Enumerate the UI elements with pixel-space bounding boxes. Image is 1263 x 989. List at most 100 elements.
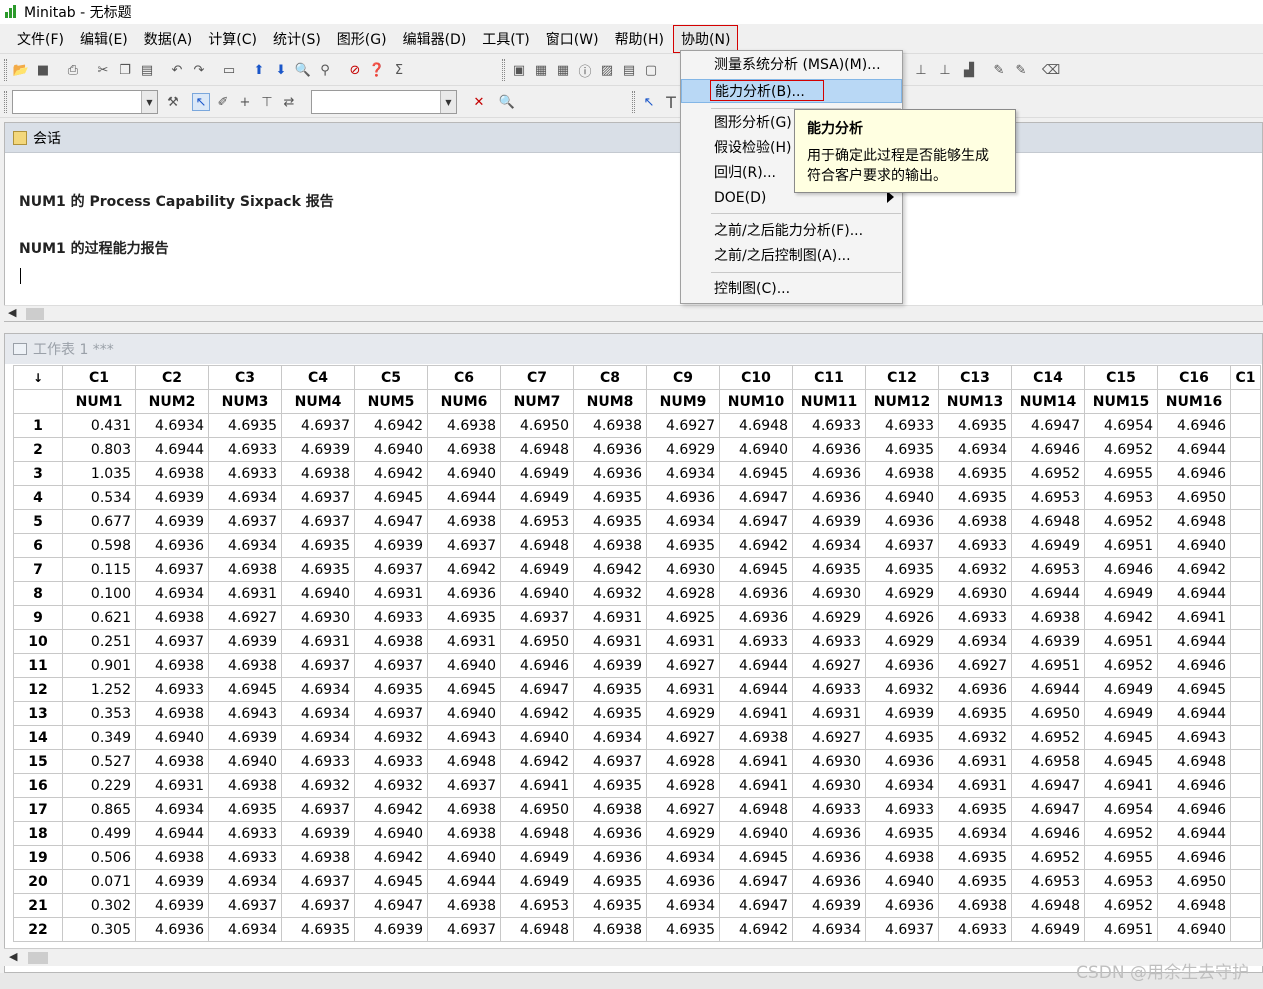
data-cell[interactable]: 0.071 [62,869,136,894]
help-icon[interactable]: ❓ [368,61,386,79]
data-cell[interactable]: 4.6940 [427,845,501,870]
data-cell[interactable]: 4.6936 [938,677,1012,702]
data-cell[interactable]: 4.6929 [646,701,720,726]
data-cell[interactable]: 4.6937 [208,509,282,534]
crosshair-icon[interactable]: + [236,93,254,111]
data-cell[interactable]: 4.6935 [938,869,1012,894]
data-cell[interactable]: 4.6946 [1157,773,1231,798]
data-cell[interactable]: 4.6931 [427,629,501,654]
pen-icon[interactable]: ✐ [214,93,232,111]
data-cell[interactable]: 4.6934 [792,533,866,558]
data-cell[interactable]: 4.6940 [427,653,501,678]
data-cell[interactable]: 4.6940 [500,581,574,606]
data-cell[interactable]: 4.6947 [1011,797,1085,822]
column-name-header[interactable]: NUM11 [792,389,866,414]
data-cell[interactable]: 4.6945 [1084,749,1158,774]
data-cell[interactable]: 4.6936 [792,869,866,894]
new-icon[interactable]: ▢ [642,61,660,79]
data-cell[interactable] [1230,605,1261,630]
data-cell[interactable]: 4.6949 [1084,581,1158,606]
data-cell[interactable]: 4.6936 [573,821,647,846]
data-cell[interactable]: 4.6937 [281,485,355,510]
data-cell[interactable]: 4.6928 [646,581,720,606]
data-cell[interactable]: 4.6938 [135,701,209,726]
data-cell[interactable]: 4.6932 [938,725,1012,750]
scroll-thumb[interactable] [28,952,48,964]
assist-menu-item[interactable]: 测量系统分析 (MSA)(M)... [681,53,902,77]
data-cell[interactable]: 4.6937 [281,653,355,678]
data-cell[interactable]: 4.6951 [1084,629,1158,654]
data-cell[interactable]: 4.6937 [281,893,355,918]
data-cell[interactable]: 4.6951 [1084,533,1158,558]
row-number[interactable]: 1 [13,413,63,438]
open-icon[interactable]: 📂 [12,61,30,79]
column-name-header[interactable]: NUM1 [62,389,136,414]
data-cell[interactable]: 4.6949 [500,845,574,870]
data-cell[interactable]: 4.6955 [1084,461,1158,486]
data-cell[interactable]: 4.6938 [281,461,355,486]
data-cell[interactable]: 4.6933 [281,749,355,774]
data-cell[interactable]: 4.6935 [865,725,939,750]
data-cell[interactable]: 4.6937 [865,917,939,942]
data-cell[interactable]: 4.6952 [1011,461,1085,486]
data-cell[interactable]: 4.6933 [792,677,866,702]
data-cell[interactable]: 4.6939 [573,653,647,678]
data-cell[interactable]: 4.6947 [719,869,793,894]
data-cell[interactable]: 4.6939 [354,917,428,942]
data-cell[interactable] [1230,677,1261,702]
data-cell[interactable]: 4.6933 [865,797,939,822]
data-cell[interactable]: 4.6937 [865,533,939,558]
data-cell[interactable]: 4.6926 [865,605,939,630]
data-cell[interactable]: 4.6943 [208,701,282,726]
data-cell[interactable]: 4.6935 [281,917,355,942]
data-cell[interactable]: 4.6936 [792,437,866,462]
row-number[interactable]: 14 [13,725,63,750]
column-id-header[interactable]: C6 [427,365,501,390]
data-cell[interactable]: 4.6932 [281,773,355,798]
data-cell[interactable]: 4.6930 [938,581,1012,606]
column-name-header[interactable]: NUM6 [427,389,501,414]
data-cell[interactable]: 4.6935 [938,485,1012,510]
data-cell[interactable]: 4.6942 [500,749,574,774]
data-cell[interactable]: 4.6949 [1011,533,1085,558]
row-number[interactable]: 10 [13,629,63,654]
data-cell[interactable]: 4.6938 [208,653,282,678]
menu-item[interactable]: 窗口(W) [539,26,606,52]
data-cell[interactable]: 4.6946 [1157,653,1231,678]
data-cell[interactable]: 4.6953 [1011,557,1085,582]
data-cell[interactable]: 4.6944 [135,437,209,462]
data-cell[interactable]: 0.251 [62,629,136,654]
data-cell[interactable]: 4.6927 [646,653,720,678]
data-cell[interactable] [1230,581,1261,606]
data-cell[interactable]: 4.6930 [646,557,720,582]
row-number[interactable]: 22 [13,917,63,942]
data-cell[interactable]: 4.6934 [573,725,647,750]
column-id-header[interactable]: C5 [354,365,428,390]
data-cell[interactable]: 4.6943 [427,725,501,750]
data-cell[interactable]: 4.6935 [208,797,282,822]
data-cell[interactable]: 4.6950 [500,629,574,654]
data-cell[interactable]: 4.6937 [500,605,574,630]
data-cell[interactable]: 4.6933 [135,677,209,702]
arrow-up-icon[interactable]: ⬆ [250,61,268,79]
data-cell[interactable]: 4.6936 [135,917,209,942]
chevron-down-icon[interactable]: ▼ [440,91,456,113]
data-cell[interactable]: 4.6929 [792,605,866,630]
data-cell[interactable]: 4.6939 [208,629,282,654]
chevron-down-icon[interactable]: ▼ [141,91,157,113]
data-cell[interactable]: 4.6929 [646,821,720,846]
data-cell[interactable]: 4.6937 [427,533,501,558]
graph-tool-icon[interactable]: ⊥ [912,61,930,79]
paste-icon[interactable]: ▤ [138,61,156,79]
data-grid[interactable]: ↓ C1 C2 C3 C4 C5 C6 C7 C8 C9 C10 C11 C12 C13 C14 C15 C16… [13,365,1261,942]
data-cell[interactable] [1230,749,1261,774]
graph-tool-icon[interactable]: ⊥ [936,61,954,79]
data-cell[interactable]: 4.6937 [135,557,209,582]
data-cell[interactable]: 4.6940 [719,821,793,846]
row-number[interactable]: 9 [13,605,63,630]
data-cell[interactable]: 1.035 [62,461,136,486]
data-cell[interactable]: 4.6935 [208,413,282,438]
row-number[interactable]: 2 [13,437,63,462]
row-number[interactable]: 5 [13,509,63,534]
data-cell[interactable]: 4.6941 [1084,773,1158,798]
